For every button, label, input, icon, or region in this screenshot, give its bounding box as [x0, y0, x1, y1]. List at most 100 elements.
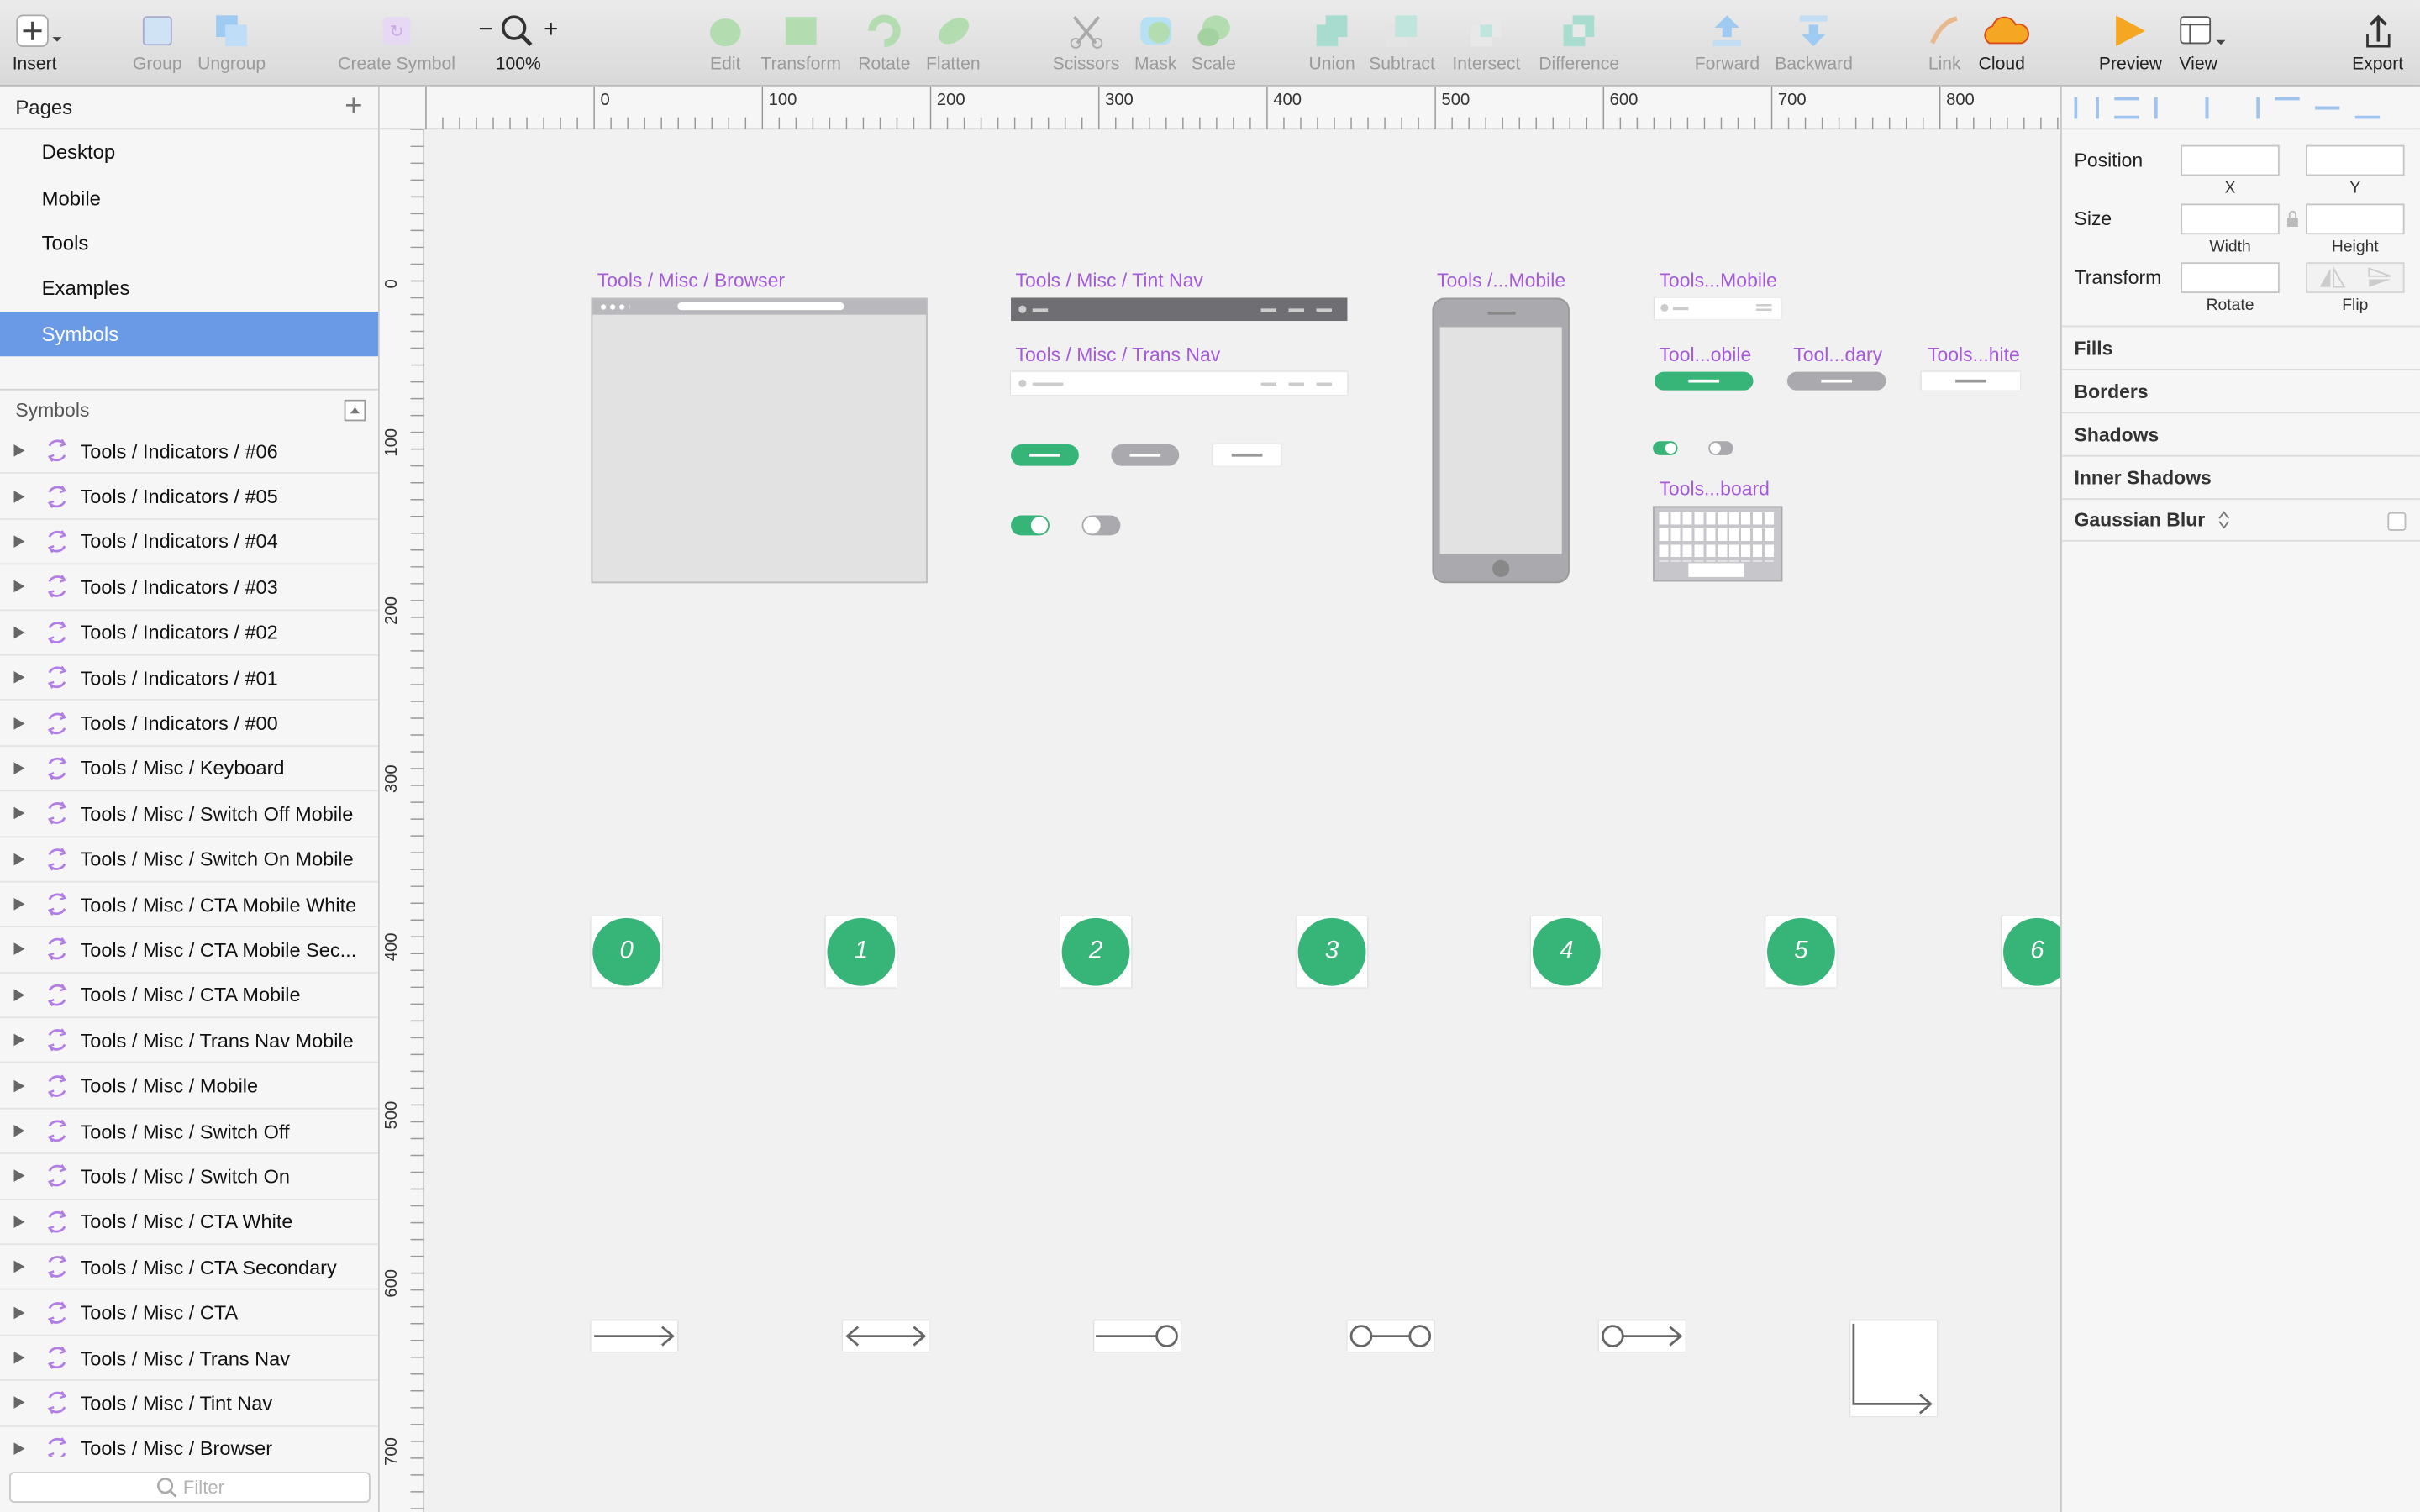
- scissors-button[interactable]: Scissors: [1053, 13, 1119, 74]
- flip-vertical-icon[interactable]: [2355, 264, 2403, 291]
- disclosure-triangle-icon[interactable]: [13, 1305, 25, 1319]
- disclosure-triangle-icon[interactable]: [13, 898, 25, 911]
- symbol-list-item[interactable]: Tools / Misc / CTA Mobile Sec...: [0, 927, 378, 974]
- artboard-label-trans-nav[interactable]: Tools / Misc / Trans Nav: [1016, 344, 1221, 366]
- indicator-03[interactable]: 3: [1296, 916, 1368, 988]
- disclosure-triangle-icon[interactable]: [13, 1351, 25, 1364]
- switch-on-symbol[interactable]: [1011, 515, 1050, 536]
- align-middle-icon[interactable]: [2315, 96, 2340, 118]
- position-y-input[interactable]: [2306, 144, 2405, 176]
- disclosure-triangle-icon[interactable]: [13, 853, 25, 865]
- link-button[interactable]: Link: [1926, 13, 1963, 74]
- cta-mobile-symbol[interactable]: [1654, 371, 1754, 391]
- artboard-label-cta-mobile-secondary[interactable]: Tool...dary: [1793, 344, 1882, 366]
- borders-section[interactable]: Borders: [2061, 368, 2420, 412]
- switch-off-symbol[interactable]: [1081, 515, 1121, 536]
- cta-symbol[interactable]: [1011, 444, 1079, 466]
- zoom-control[interactable]: − + 100%: [478, 13, 558, 74]
- align-top-icon[interactable]: [2275, 96, 2300, 118]
- width-input[interactable]: [2181, 203, 2280, 235]
- tint-nav-symbol[interactable]: [1011, 297, 1348, 322]
- symbol-list-item[interactable]: Tools / Indicators / #00: [0, 701, 378, 747]
- align-left-icon[interactable]: [2154, 96, 2179, 118]
- export-button[interactable]: Export: [2352, 13, 2403, 74]
- arrow-right-connector[interactable]: [591, 1320, 678, 1352]
- indicator-00[interactable]: 0: [591, 916, 662, 988]
- page-item-desktop[interactable]: Desktop: [0, 129, 378, 175]
- page-item-examples[interactable]: Examples: [0, 265, 378, 311]
- page-item-symbols[interactable]: Symbols: [0, 311, 378, 357]
- cta-secondary-symbol[interactable]: [1111, 444, 1180, 466]
- view-button[interactable]: View: [2179, 13, 2227, 74]
- disclosure-triangle-icon[interactable]: [13, 762, 25, 774]
- union-button[interactable]: Union: [1309, 13, 1355, 74]
- indicator-01[interactable]: 1: [825, 916, 897, 988]
- zoom-in-button[interactable]: +: [544, 17, 558, 45]
- align-right-icon[interactable]: [2235, 96, 2260, 118]
- disclosure-triangle-icon[interactable]: [13, 807, 25, 820]
- disclosure-triangle-icon[interactable]: [13, 626, 25, 638]
- backward-button[interactable]: Backward: [1775, 13, 1853, 74]
- vertical-ruler[interactable]: 0 100 200 300 400 500 600 700: [379, 129, 425, 1512]
- rotate-button[interactable]: Rotate: [858, 13, 910, 74]
- inner-shadows-section[interactable]: Inner Shadows: [2061, 454, 2420, 498]
- align-bottom-icon[interactable]: [2354, 97, 2381, 118]
- distribute-vertical-icon[interactable]: [2114, 96, 2139, 118]
- filter-field[interactable]: Filter: [9, 1472, 371, 1503]
- disclosure-triangle-icon[interactable]: [13, 490, 25, 502]
- line-circle-end-connector[interactable]: [1094, 1320, 1181, 1352]
- disclosure-triangle-icon[interactable]: [13, 1441, 25, 1455]
- flatten-button[interactable]: Flatten: [926, 13, 981, 74]
- symbol-list-item[interactable]: Tools / Indicators / #01: [0, 656, 378, 701]
- symbol-list-item[interactable]: Tools / Misc / Browser: [0, 1426, 378, 1457]
- flip-control[interactable]: [2306, 262, 2405, 293]
- ungroup-button[interactable]: Ungroup: [197, 13, 266, 74]
- switch-off-mobile-symbol[interactable]: [1708, 441, 1733, 455]
- blur-enable-checkbox[interactable]: [2387, 512, 2407, 531]
- zoom-out-button[interactable]: −: [478, 17, 492, 45]
- artboard-label-cta-mobile-white[interactable]: Tools...hite: [1928, 344, 2020, 366]
- symbol-list-item[interactable]: Tools / Misc / CTA Mobile: [0, 973, 378, 1019]
- circle-arrow-connector[interactable]: [1598, 1320, 1686, 1352]
- symbol-list-item[interactable]: Tools / Misc / CTA: [0, 1290, 378, 1336]
- arrow-both-connector[interactable]: [842, 1320, 929, 1352]
- subtract-button[interactable]: Subtract: [1369, 13, 1435, 74]
- symbol-list-item[interactable]: Tools / Misc / CTA Secondary: [0, 1245, 378, 1291]
- fills-section[interactable]: Fills: [2061, 325, 2420, 369]
- lock-icon[interactable]: [2286, 210, 2300, 227]
- switch-on-mobile-symbol[interactable]: [1653, 441, 1678, 455]
- preview-button[interactable]: Preview: [2099, 13, 2162, 74]
- edit-button[interactable]: Edit: [707, 13, 744, 74]
- symbol-list-item[interactable]: Tools / Indicators / #06: [0, 429, 378, 475]
- disclosure-triangle-icon[interactable]: [13, 717, 25, 729]
- cta-white-symbol[interactable]: [1213, 444, 1281, 466]
- symbol-list-item[interactable]: Tools / Misc / Trans Nav Mobile: [0, 1018, 378, 1064]
- trans-nav-mobile-symbol[interactable]: [1654, 297, 1781, 320]
- transform-button[interactable]: Transform: [760, 13, 841, 74]
- disclosure-triangle-icon[interactable]: [13, 943, 25, 956]
- circle-both-connector[interactable]: [1347, 1320, 1434, 1352]
- group-button[interactable]: Group: [133, 13, 182, 74]
- mobile-symbol[interactable]: [1432, 297, 1570, 584]
- symbol-list-item[interactable]: Tools / Indicators / #04: [0, 520, 378, 565]
- position-x-input[interactable]: [2181, 144, 2280, 176]
- symbol-list-item[interactable]: Tools / Misc / Trans Nav: [0, 1336, 378, 1382]
- trans-nav-symbol[interactable]: [1011, 371, 1348, 396]
- disclosure-triangle-icon[interactable]: [13, 989, 25, 1001]
- symbol-list-item[interactable]: Tools / Indicators / #05: [0, 475, 378, 520]
- disclosure-triangle-icon[interactable]: [13, 1396, 25, 1410]
- page-item-mobile[interactable]: Mobile: [0, 175, 378, 220]
- mask-button[interactable]: Mask: [1134, 13, 1176, 74]
- symbol-list-item[interactable]: Tools / Misc / Switch Off Mobile: [0, 791, 378, 837]
- disclosure-triangle-icon[interactable]: [13, 1079, 25, 1092]
- indicator-06[interactable]: 6: [2002, 916, 2060, 988]
- symbol-list-item[interactable]: Tools / Indicators / #02: [0, 611, 378, 656]
- symbol-list-item[interactable]: Tools / Misc / Switch Off: [0, 1109, 378, 1155]
- stepper-icon[interactable]: [2214, 509, 2233, 531]
- artboard-label-trans-nav-mobile[interactable]: Tools...Mobile: [1659, 270, 1776, 291]
- cta-mobile-white-symbol[interactable]: [1921, 371, 2021, 391]
- symbol-list-item[interactable]: Tools / Misc / CTA Mobile White: [0, 882, 378, 928]
- browser-symbol[interactable]: [591, 297, 928, 584]
- disclosure-triangle-icon[interactable]: [13, 1260, 25, 1273]
- intersect-button[interactable]: Intersect: [1452, 13, 1520, 74]
